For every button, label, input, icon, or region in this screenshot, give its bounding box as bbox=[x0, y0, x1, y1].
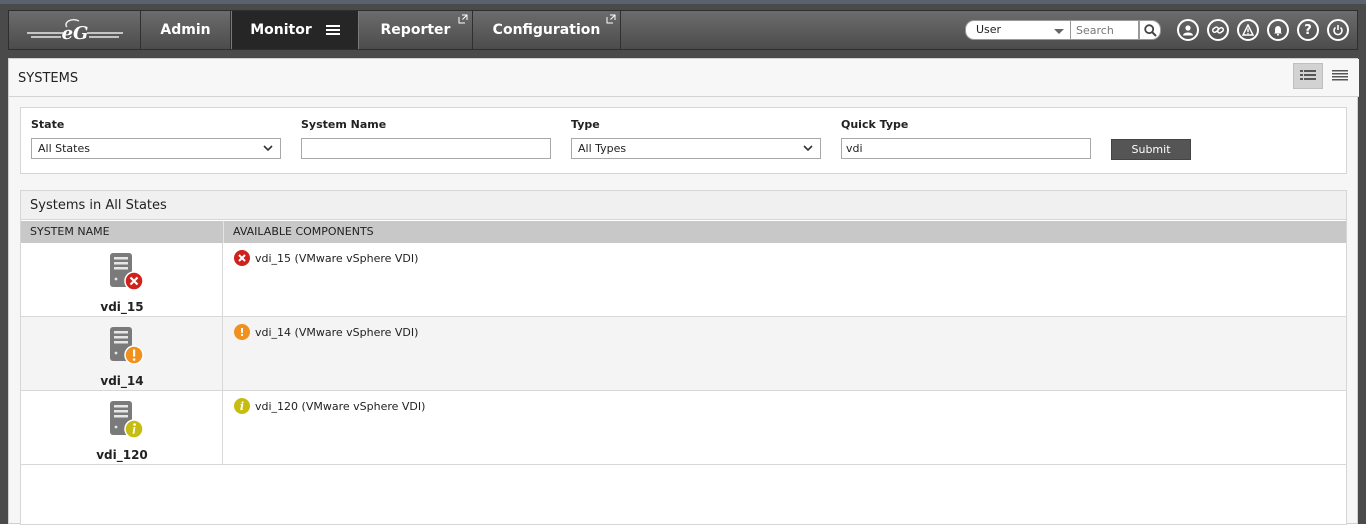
type-select-value: All Types bbox=[578, 142, 627, 155]
major-status-icon: ! bbox=[234, 324, 250, 340]
search-button[interactable] bbox=[1139, 20, 1161, 40]
user-type-value: User bbox=[976, 23, 1002, 36]
top-navbar: eG Admin Monitor Reporter Configuration bbox=[8, 10, 1358, 50]
compact-view-button[interactable] bbox=[1325, 63, 1355, 89]
external-link-icon bbox=[458, 14, 468, 24]
system-name-label: System Name bbox=[301, 118, 387, 131]
list-detail-icon bbox=[1300, 70, 1316, 80]
user-type-select[interactable]: User bbox=[965, 20, 1071, 40]
app-frame: eG Admin Monitor Reporter Configuration bbox=[0, 0, 1366, 525]
chevron-down-icon bbox=[1054, 29, 1064, 34]
chevron-down-icon bbox=[263, 145, 273, 152]
system-name[interactable]: vdi_120 bbox=[21, 448, 223, 462]
component-item[interactable]: i vdi_120 (VMware vSphere VDI) bbox=[234, 398, 425, 414]
server-minor-icon[interactable] bbox=[105, 399, 145, 439]
main-content: SYSTEMS State All States System Name Typ… bbox=[8, 58, 1359, 525]
page-title: SYSTEMS bbox=[18, 71, 79, 86]
quick-type-input[interactable] bbox=[841, 138, 1091, 159]
tab-admin[interactable]: Admin bbox=[141, 11, 231, 49]
minor-status-icon: i bbox=[234, 398, 250, 414]
link-icon[interactable] bbox=[1207, 19, 1229, 41]
state-select[interactable]: All States bbox=[31, 138, 281, 159]
logo-text: eG bbox=[61, 23, 88, 44]
menu-icon[interactable] bbox=[325, 25, 340, 35]
systems-panel: Systems in All States SYSTEM NAME AVAILA… bbox=[20, 190, 1347, 525]
tab-reporter[interactable]: Reporter bbox=[359, 11, 473, 49]
systems-panel-title: Systems in All States bbox=[21, 191, 1346, 220]
system-name[interactable]: vdi_14 bbox=[21, 374, 223, 388]
eg-logo-icon: eG bbox=[26, 18, 123, 44]
component-item[interactable]: vdi_15 (VMware vSphere VDI) bbox=[234, 250, 418, 266]
power-icon[interactable] bbox=[1327, 19, 1349, 41]
search-icon bbox=[1143, 23, 1157, 37]
type-label: Type bbox=[571, 118, 600, 131]
component-label: vdi_15 (VMware vSphere VDI) bbox=[255, 251, 419, 265]
tab-configuration-label: Configuration bbox=[492, 22, 601, 38]
table-row: vdi_120 i vdi_120 (VMware vSphere VDI) bbox=[21, 391, 1346, 465]
tab-reporter-label: Reporter bbox=[380, 22, 451, 38]
chevron-down-icon bbox=[803, 145, 813, 152]
table-row: vdi_14 ! vdi_14 (VMware vSphere VDI) bbox=[21, 317, 1346, 391]
search-input[interactable] bbox=[1071, 20, 1139, 40]
component-item[interactable]: ! vdi_14 (VMware vSphere VDI) bbox=[234, 324, 418, 340]
system-cell: vdi_120 bbox=[21, 391, 223, 465]
critical-status-icon bbox=[234, 250, 250, 266]
column-header-available-components[interactable]: AVAILABLE COMPONENTS bbox=[223, 221, 1346, 243]
list-compact-icon bbox=[1332, 70, 1348, 81]
eg-logo[interactable]: eG bbox=[9, 11, 141, 49]
page-header: SYSTEMS bbox=[9, 59, 1359, 97]
tab-configuration[interactable]: Configuration bbox=[473, 11, 621, 49]
tab-monitor-label: Monitor bbox=[250, 22, 312, 38]
tab-admin-label: Admin bbox=[160, 22, 211, 38]
systems-table-header: SYSTEM NAME AVAILABLE COMPONENTS bbox=[21, 221, 1346, 243]
system-name-input[interactable] bbox=[301, 138, 551, 159]
help-icon[interactable]: ? bbox=[1297, 19, 1319, 41]
table-row: vdi_15 vdi_15 (VMware vSphere VDI) bbox=[21, 243, 1346, 317]
alert-triangle-icon[interactable] bbox=[1237, 19, 1259, 41]
component-label: vdi_120 (VMware vSphere VDI) bbox=[255, 399, 426, 413]
window-top-border bbox=[0, 0, 1366, 4]
type-select[interactable]: All Types bbox=[571, 138, 821, 159]
server-critical-icon[interactable] bbox=[105, 251, 145, 291]
component-label: vdi_14 (VMware vSphere VDI) bbox=[255, 325, 419, 339]
tab-monitor[interactable]: Monitor bbox=[231, 11, 359, 49]
system-cell: vdi_15 bbox=[21, 243, 223, 317]
state-label: State bbox=[31, 118, 65, 131]
column-header-system-name[interactable]: SYSTEM NAME bbox=[21, 221, 223, 243]
bell-icon[interactable] bbox=[1267, 19, 1289, 41]
system-name[interactable]: vdi_15 bbox=[21, 300, 223, 314]
state-select-value: All States bbox=[38, 142, 90, 155]
filter-panel: State All States System Name Type All Ty… bbox=[20, 107, 1347, 174]
detailed-view-button[interactable] bbox=[1293, 63, 1323, 89]
submit-button[interactable]: Submit bbox=[1111, 139, 1191, 160]
user-icon[interactable] bbox=[1177, 19, 1199, 41]
quick-type-label: Quick Type bbox=[841, 118, 909, 131]
external-link-icon bbox=[606, 14, 616, 24]
server-major-icon[interactable] bbox=[105, 325, 145, 365]
system-cell: vdi_14 bbox=[21, 317, 223, 391]
